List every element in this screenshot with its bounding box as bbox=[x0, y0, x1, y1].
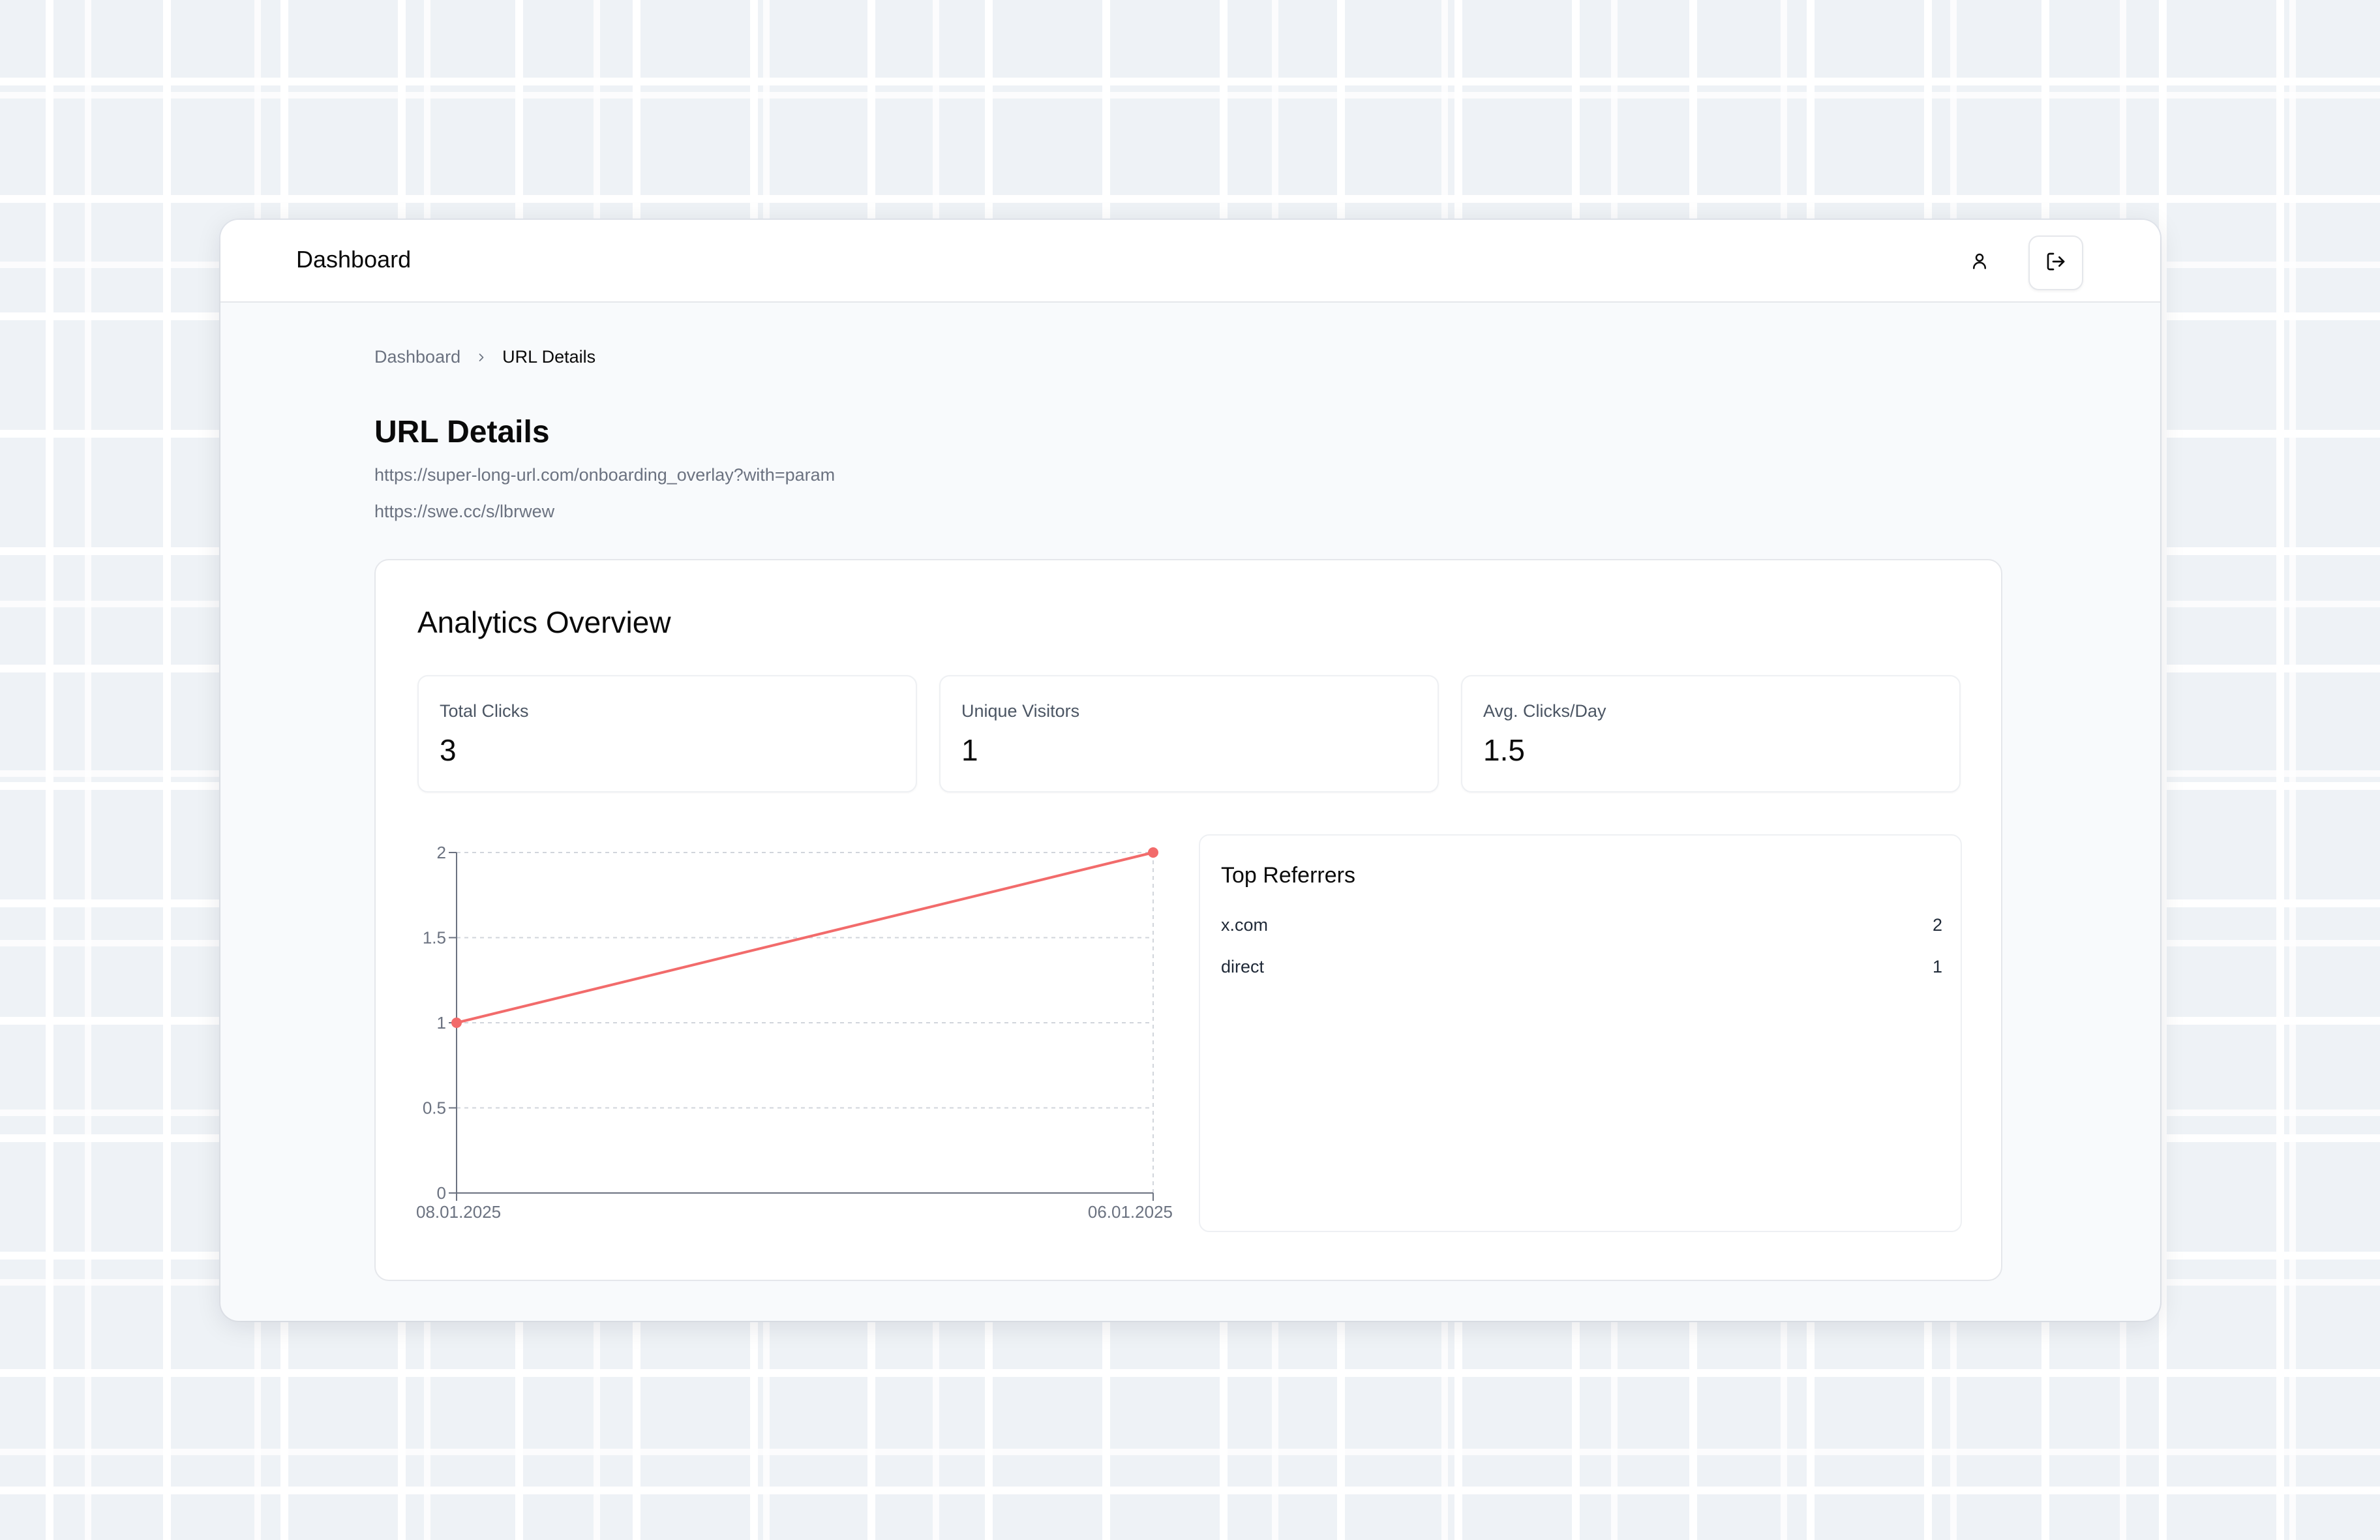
analytics-card: Analytics Overview Total Clicks 3 Unique… bbox=[374, 559, 2002, 1281]
y-tick-label: 2 bbox=[437, 843, 446, 862]
stat-label: Avg. Clicks/Day bbox=[1483, 701, 1606, 721]
x-tick-label: 08.01.2025 bbox=[416, 1202, 501, 1222]
breadcrumb: Dashboard URL Details bbox=[374, 347, 595, 367]
y-tick-label: 1 bbox=[437, 1013, 446, 1033]
referrer-count: 2 bbox=[1932, 915, 1942, 935]
referrer-count: 1 bbox=[1932, 957, 1942, 976]
y-tick-label: 0.5 bbox=[423, 1098, 446, 1118]
user-icon bbox=[1970, 251, 1989, 274]
top-referrers-panel: Top Referrers x.com 2 direct 1 bbox=[1199, 834, 1962, 1232]
stat-value: 3 bbox=[440, 733, 457, 767]
clicks-line-chart: 0 0.5 1 1.5 2 08.01.2025 06.01.2025 bbox=[416, 843, 1173, 1222]
referrer-name: x.com bbox=[1221, 915, 1269, 935]
data-point bbox=[451, 1018, 462, 1028]
stat-value: 1.5 bbox=[1483, 733, 1525, 767]
app-title[interactable]: Dashboard bbox=[296, 246, 411, 273]
stat-total-clicks: Total Clicks 3 bbox=[417, 675, 917, 793]
y-tick-label: 1.5 bbox=[423, 928, 446, 948]
chevron-right-icon bbox=[475, 351, 488, 364]
analytics-title: Analytics Overview bbox=[417, 605, 671, 639]
breadcrumb-current: URL Details bbox=[502, 347, 596, 367]
y-tick-label: 0 bbox=[437, 1183, 446, 1203]
page-title: URL Details bbox=[374, 415, 550, 449]
top-referrers-title: Top Referrers bbox=[1221, 863, 1355, 888]
logout-icon bbox=[2045, 251, 2066, 275]
short-url: https://swe.cc/s/lbrwew bbox=[374, 502, 555, 521]
referrer-name: direct bbox=[1221, 957, 1265, 976]
stat-unique-visitors: Unique Visitors 1 bbox=[939, 675, 1439, 793]
breadcrumb-dashboard-link[interactable]: Dashboard bbox=[374, 347, 460, 367]
data-point bbox=[1148, 847, 1158, 858]
top-bar: Dashboard bbox=[220, 220, 2160, 303]
stat-label: Total Clicks bbox=[440, 701, 529, 721]
profile-button[interactable] bbox=[1955, 238, 2004, 286]
stat-avg-clicks-per-day: Avg. Clicks/Day 1.5 bbox=[1461, 675, 1961, 793]
referrer-row: x.com 2 bbox=[1221, 915, 1942, 935]
stat-label: Unique Visitors bbox=[961, 701, 1080, 721]
referrer-row: direct 1 bbox=[1221, 957, 1942, 977]
app-window: Dashboard Dashboard URL Details URL Deta… bbox=[220, 220, 2160, 1321]
x-tick-label: 06.01.2025 bbox=[1088, 1202, 1173, 1222]
logout-button[interactable] bbox=[2028, 235, 2083, 290]
stat-value: 1 bbox=[961, 733, 978, 767]
original-url: https://super-long-url.com/onboarding_ov… bbox=[374, 465, 836, 485]
